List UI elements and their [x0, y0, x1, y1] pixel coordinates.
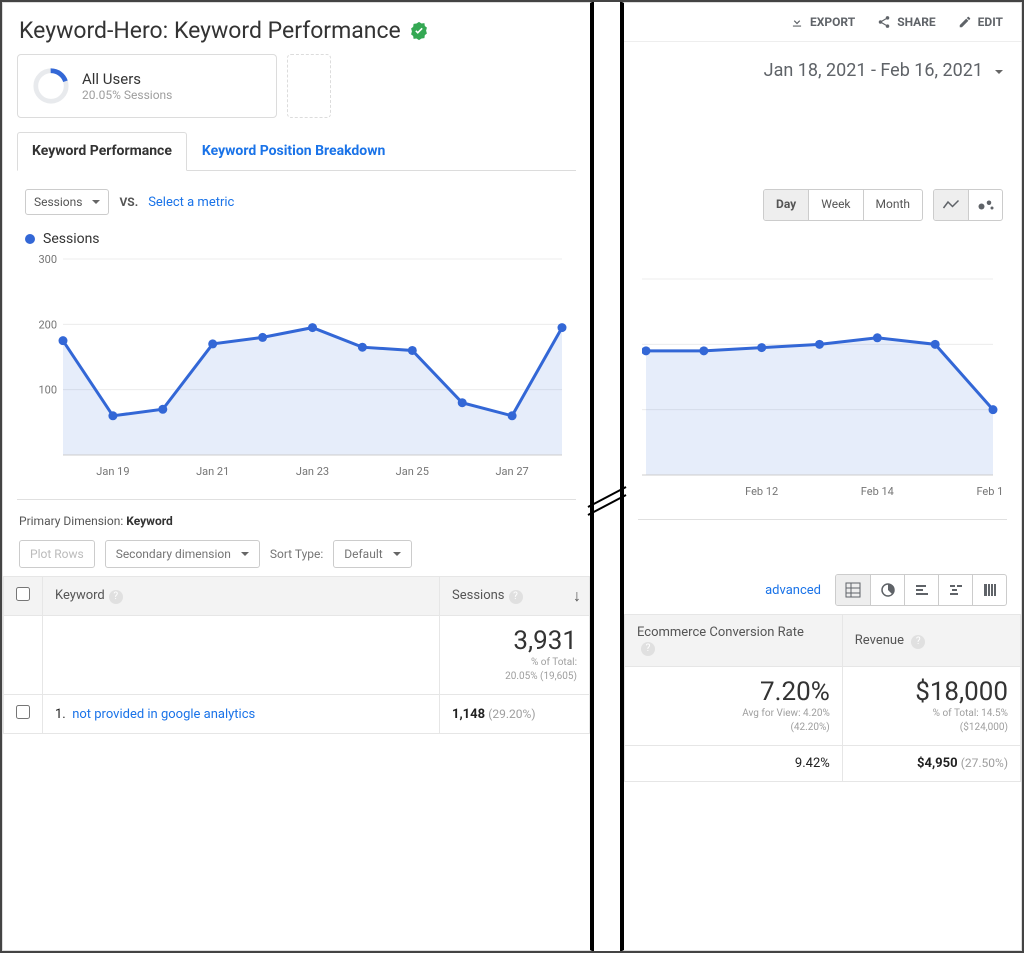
caret-down-icon: [237, 547, 249, 561]
summary-row: 7.20% Avg for View: 4.20% (42.20%) $18,0…: [625, 667, 1021, 746]
advanced-filter-link[interactable]: advanced: [765, 583, 821, 598]
primary-dimension-row: Primary Dimension: Keyword: [3, 504, 590, 532]
caret-down-icon: [991, 60, 1003, 81]
col-revenue: Revenue ?: [842, 615, 1020, 667]
time-granularity-toggle: Day Week Month: [763, 189, 923, 221]
toggle-month[interactable]: Month: [863, 190, 922, 220]
svg-text:100: 100: [38, 384, 57, 397]
vs-label: VS.: [119, 195, 138, 209]
share-icon: [877, 15, 891, 29]
svg-text:Jan 27: Jan 27: [495, 465, 528, 478]
line-chart-icon[interactable]: [934, 190, 968, 220]
caret-down-icon: [389, 547, 401, 561]
chart-legend-label: Sessions: [43, 231, 100, 247]
report-title: Keyword-Hero: Keyword Performance: [3, 3, 590, 54]
sessions-line-chart-left: 100 200 300 Jan 19 Jan 21 Jan 23 Jan 25 Jan 27: [21, 253, 572, 483]
segment-card-all-users[interactable]: All Users 20.05% Sessions: [17, 54, 277, 118]
secondary-dimension-select[interactable]: Secondary dimension: [105, 540, 260, 568]
sort-desc-icon[interactable]: ↓: [573, 586, 581, 606]
sessions-line-chart-right: Feb 12 Feb 14 Feb 16: [642, 273, 1003, 503]
keyword-link[interactable]: not provided in google analytics: [72, 707, 255, 722]
compare-metric-link[interactable]: Select a metric: [148, 195, 234, 210]
motion-chart-icon[interactable]: [968, 190, 1002, 220]
svg-text:Feb 14: Feb 14: [861, 485, 894, 498]
export-button[interactable]: EXPORT: [790, 15, 855, 29]
split-gap: [592, 2, 622, 951]
keyword-table-right: Ecommerce Conversion Rate? Revenue ? 7.2…: [624, 614, 1021, 782]
select-all-checkbox[interactable]: [16, 587, 30, 601]
share-button[interactable]: SHARE: [877, 15, 935, 29]
segment-sub: 20.05% Sessions: [82, 88, 172, 102]
plot-rows-button: Plot Rows: [19, 540, 95, 568]
tab-keyword-performance[interactable]: Keyword Performance: [17, 132, 187, 171]
help-icon[interactable]: ?: [641, 642, 655, 656]
caret-down-icon: [88, 195, 100, 209]
row-checkbox[interactable]: [16, 705, 30, 719]
tab-keyword-position-breakdown[interactable]: Keyword Position Breakdown: [187, 132, 400, 170]
table-row: 1. not provided in google analytics 1,14…: [4, 695, 590, 734]
svg-text:Jan 19: Jan 19: [96, 465, 129, 478]
pie-chart-icon[interactable]: [870, 575, 904, 605]
svg-text:Feb 12: Feb 12: [745, 485, 778, 498]
svg-text:Jan 23: Jan 23: [296, 465, 329, 478]
date-range-picker[interactable]: Jan 18, 2021 - Feb 16, 2021: [624, 42, 1021, 89]
comparison-icon[interactable]: [938, 575, 972, 605]
add-segment-button[interactable]: [287, 54, 331, 118]
legend-dot-icon: [25, 234, 35, 244]
svg-text:Feb 16: Feb 16: [976, 485, 1003, 498]
toggle-week[interactable]: Week: [808, 190, 862, 220]
col-ecr: Ecommerce Conversion Rate?: [625, 615, 843, 667]
help-icon[interactable]: ?: [109, 590, 123, 604]
summary-row: 3,931 % of Total: 20.05% (19,605): [4, 616, 590, 695]
pencil-icon: [958, 15, 972, 29]
col-sessions: Sessions?↓: [440, 577, 590, 616]
help-icon[interactable]: ?: [911, 635, 925, 649]
segment-name: All Users: [82, 70, 172, 88]
verified-badge-icon: [409, 21, 429, 41]
help-icon[interactable]: ?: [509, 590, 523, 604]
edit-button[interactable]: EDIT: [958, 15, 1003, 29]
segment-donut-icon: [32, 67, 70, 105]
svg-text:300: 300: [38, 253, 57, 266]
performance-icon[interactable]: [904, 575, 938, 605]
sort-type-label: Sort Type:: [270, 547, 323, 561]
svg-text:200: 200: [38, 318, 57, 331]
download-icon: [790, 15, 804, 29]
data-table-icon[interactable]: [836, 575, 870, 605]
report-title-text: Keyword-Hero: Keyword Performance: [19, 17, 401, 44]
primary-metric-select[interactable]: Sessions: [25, 189, 109, 215]
toggle-day[interactable]: Day: [764, 190, 808, 220]
col-keyword: Keyword?: [43, 577, 440, 616]
table-row: 9.42% $4,950 (27.50%): [625, 746, 1021, 782]
keyword-table-left: Keyword? Sessions?↓ 3,931 % of Total: 20…: [3, 576, 590, 734]
table-view-icons: [835, 574, 1007, 606]
chart-view-toggle: [933, 189, 1003, 221]
sort-type-select[interactable]: Default: [333, 540, 411, 568]
pivot-icon[interactable]: [972, 575, 1006, 605]
svg-text:Jan 25: Jan 25: [396, 465, 429, 478]
svg-text:Jan 21: Jan 21: [196, 465, 229, 478]
